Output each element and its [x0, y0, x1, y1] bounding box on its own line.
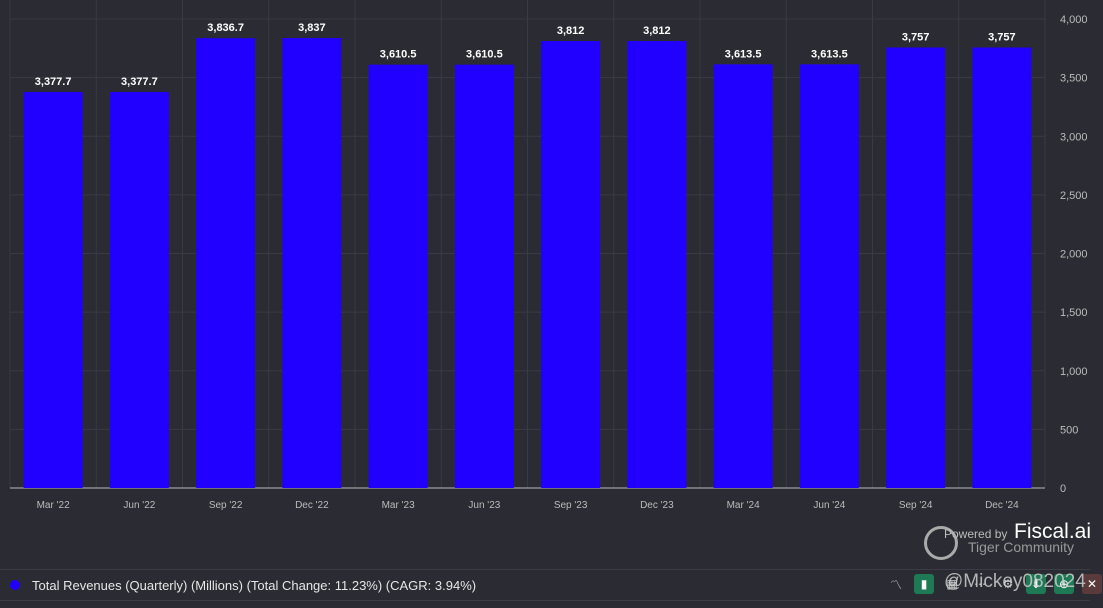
data-label: 3,757 — [988, 31, 1016, 43]
x-tick-label: Dec '22 — [295, 500, 329, 511]
data-label: 3,836.7 — [207, 22, 244, 34]
x-tick-label: Jun '23 — [468, 500, 500, 511]
x-tick-label: Mar '23 — [382, 500, 415, 511]
bar — [454, 64, 514, 488]
x-tick-label: Dec '24 — [985, 500, 1019, 511]
x-tick-label: Sep '23 — [554, 500, 588, 511]
watermark-community: Tiger Community — [968, 539, 1075, 555]
bar-chart: 0 500 1,000 1,500 2,000 2,500 3,000 3,500 4,000 3… — [9, 0, 1088, 511]
bar — [972, 47, 1032, 488]
bar — [282, 38, 342, 488]
bar — [541, 41, 601, 488]
x-tick-label: Jun '22 — [123, 500, 155, 511]
x-tick-label: Sep '24 — [899, 500, 933, 511]
data-label: 3,757 — [902, 31, 930, 43]
x-tick-label: Sep '22 — [209, 500, 243, 511]
bar — [799, 64, 859, 488]
legend-label: Total Revenues (Quarterly) (Millions) (T… — [32, 577, 477, 593]
bar — [109, 91, 169, 489]
bar-chart-icon[interactable]: ▮ — [914, 574, 934, 594]
bar — [196, 38, 256, 489]
x-tick-label: Mar '24 — [727, 500, 760, 511]
watermark-user: @Mickey082024 — [944, 571, 1086, 592]
legend-swatch — [10, 580, 20, 590]
data-label: 3,377.7 — [35, 76, 72, 88]
bar — [713, 64, 773, 488]
y-tick-label: 1,500 — [1060, 307, 1088, 319]
bar — [627, 41, 687, 488]
data-label: 3,812 — [557, 25, 585, 37]
x-tick-label: Jun '24 — [813, 500, 845, 511]
data-label: 3,837 — [298, 22, 326, 34]
y-tick-label: 1,000 — [1060, 366, 1088, 378]
x-tick-label: Dec '23 — [640, 500, 674, 511]
y-tick-label: 3,000 — [1060, 131, 1088, 143]
y-tick-label: 2,000 — [1060, 249, 1088, 261]
data-label: 3,613.5 — [725, 48, 762, 60]
branding: Powered by Fiscal.ai Tiger Community — [922, 520, 1092, 566]
y-tick-label: 0 — [1060, 483, 1066, 495]
y-tick-label: 3,500 — [1060, 73, 1088, 85]
y-tick-label: 500 — [1060, 424, 1078, 436]
x-tick-label: Mar '22 — [37, 500, 70, 511]
data-label: 3,613.5 — [811, 48, 848, 60]
bar — [886, 47, 946, 488]
y-tick-label: 4,000 — [1060, 14, 1088, 26]
line-chart-icon[interactable]: 〽 — [886, 574, 906, 594]
data-label: 3,812 — [643, 25, 671, 37]
data-label: 3,610.5 — [466, 49, 503, 61]
data-label: 3,377.7 — [121, 76, 158, 88]
data-label: 3,610.5 — [380, 49, 417, 61]
y-tick-label: 2,500 — [1060, 190, 1088, 202]
bar — [23, 91, 83, 489]
bar — [368, 64, 428, 488]
